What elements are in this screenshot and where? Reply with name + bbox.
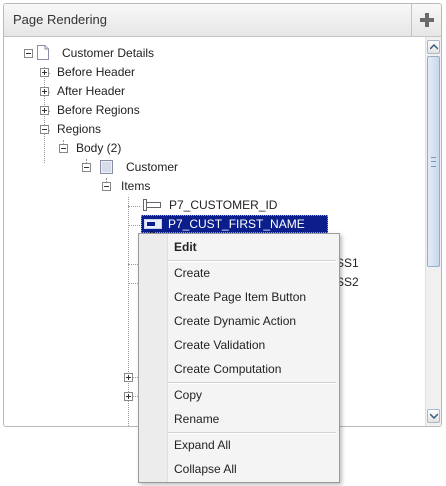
tree-node-label: Regions: [57, 122, 102, 136]
menu-item-edit[interactable]: Edit: [174, 237, 197, 257]
menu-item-create-dynamic-action[interactable]: Create Dynamic Action: [174, 311, 296, 331]
menu-item-rename[interactable]: Rename: [174, 409, 219, 429]
tree-node-p7-cust-first-name[interactable]: P7_CUST_FIRST_NAME: [141, 215, 331, 233]
tree-node-partial-ss1[interactable]: SS1: [336, 254, 376, 272]
expand-toggle-icon[interactable]: [124, 373, 133, 382]
scroll-down-button[interactable]: [427, 409, 440, 423]
tree-node-items[interactable]: Items: [102, 177, 222, 195]
menu-item-create-computation[interactable]: Create Computation: [174, 359, 281, 379]
page-item-icon: [144, 219, 162, 229]
tree-node-customer-region[interactable]: Customer: [82, 158, 242, 176]
tree-node-before-header[interactable]: Before Header: [40, 63, 220, 81]
tree-node-p7-customer-id[interactable]: P7_CUSTOMER_ID: [141, 196, 321, 214]
menu-separator: [168, 432, 336, 434]
menu-separator: [168, 382, 336, 384]
menu-item-create-page-item-button[interactable]: Create Page Item Button: [174, 287, 306, 307]
tree-node-label: Items: [121, 179, 151, 193]
add-button[interactable]: [411, 4, 441, 36]
tree-node-label: Body (2): [76, 141, 122, 155]
region-icon: [100, 160, 113, 174]
grip-icon: [431, 157, 436, 167]
collapse-toggle-icon[interactable]: [24, 49, 33, 58]
tree-node-customer-details[interactable]: Customer Details: [20, 44, 220, 62]
panel-header: Page Rendering: [4, 4, 441, 37]
selected-node[interactable]: P7_CUST_FIRST_NAME: [141, 215, 328, 233]
tree-node-label: Before Header: [57, 65, 136, 79]
menu-item-copy[interactable]: Copy: [174, 385, 202, 405]
tree-node-body[interactable]: Body (2): [59, 139, 219, 157]
tree-node-label: Customer Details: [62, 46, 155, 60]
chevron-down-icon: [429, 413, 438, 419]
tree-node-regions[interactable]: Regions: [40, 120, 220, 138]
tree-node-label: P7_CUST_FIRST_NAME: [168, 217, 305, 231]
page-icon: [37, 45, 49, 60]
context-menu: Edit Create Create Page Item Button Crea…: [138, 233, 340, 483]
tree-node-before-regions[interactable]: Before Regions: [40, 101, 220, 119]
tree-node-partial-ss2[interactable]: SS2: [336, 273, 376, 291]
expand-toggle-icon[interactable]: [40, 68, 49, 77]
expand-toggle-icon[interactable]: [124, 392, 133, 401]
chevron-up-icon: [429, 44, 438, 50]
scroll-up-button[interactable]: [427, 40, 440, 54]
vertical-scrollbar[interactable]: [425, 37, 441, 426]
menu-item-create[interactable]: Create: [174, 263, 210, 283]
tree-node-label: P7_CUSTOMER_ID: [169, 198, 278, 212]
expand-toggle-icon[interactable]: [40, 87, 49, 96]
collapse-toggle-icon[interactable]: [82, 163, 91, 172]
plus-icon: [419, 13, 434, 27]
menu-item-create-validation[interactable]: Create Validation: [174, 335, 265, 355]
menu-item-collapse-all[interactable]: Collapse All: [174, 459, 237, 479]
menu-icon-gutter: [139, 234, 168, 482]
menu-item-expand-all[interactable]: Expand All: [174, 435, 231, 455]
collapse-toggle-icon[interactable]: [40, 125, 49, 134]
hidden-item-icon: [143, 199, 161, 211]
collapse-toggle-icon[interactable]: [59, 144, 68, 153]
collapse-toggle-icon[interactable]: [102, 182, 111, 191]
tree-node-after-header[interactable]: After Header: [40, 82, 220, 100]
expand-toggle-icon[interactable]: [40, 106, 49, 115]
scrollbar-thumb[interactable]: [427, 56, 440, 267]
menu-separator: [168, 260, 336, 262]
tree-node-label: Before Regions: [57, 103, 140, 117]
panel-title: Page Rendering: [13, 12, 107, 27]
tree-node-label: Customer: [126, 160, 179, 174]
tree-node-label: After Header: [57, 84, 126, 98]
